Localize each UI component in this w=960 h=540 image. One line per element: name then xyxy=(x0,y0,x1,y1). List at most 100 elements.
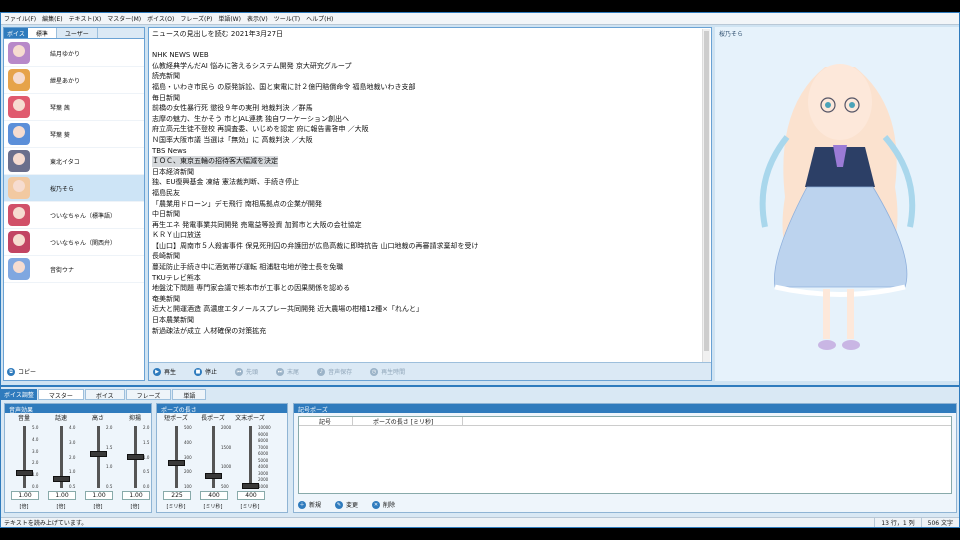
menu-item[interactable]: ヘルプ(H) xyxy=(306,14,333,23)
slider-tick: 400 xyxy=(184,439,192,445)
skip-forward-icon: ⏭ xyxy=(276,367,285,376)
tab-voice[interactable]: ボイス xyxy=(84,389,125,400)
voice-list-item[interactable]: 結月ゆかり xyxy=(4,40,144,67)
slider-track[interactable] xyxy=(175,426,178,488)
voice-list-item[interactable]: 紲星あかり xyxy=(4,67,144,94)
slider-tick: 2.0 xyxy=(69,454,76,460)
tab-phrase[interactable]: フレーズ xyxy=(125,389,172,400)
slider-tick: 0.0 xyxy=(32,483,39,489)
slider-label: 高さ xyxy=(91,415,104,422)
voice-list-item[interactable]: 桜乃そら xyxy=(4,175,144,202)
editor-line-text: ＩＯＣ、東京五輪の招待客大幅減を決定 xyxy=(152,156,278,167)
slider-value-input[interactable]: 1.00 xyxy=(11,491,39,500)
stop-button[interactable]: ■ 停止 xyxy=(194,367,217,376)
slider-ticks: 2.0 1.5 1.0 0.5 0.0 xyxy=(143,425,149,489)
slider-control[interactable]: 音量 5.0 4.0 3.0 2.0 1.0 0.0 1.00 [倍] xyxy=(6,413,42,510)
symbol-pause-header: 記号ポーズ xyxy=(294,404,956,414)
slider-value-input[interactable]: 225 xyxy=(163,491,191,500)
voice-name: 結月ゆかり xyxy=(50,50,81,58)
slider-track[interactable] xyxy=(23,426,26,488)
slider-value-input[interactable]: 1.00 xyxy=(85,491,113,500)
save-audio-icon: ♪ xyxy=(317,367,326,376)
jump-start-button[interactable]: ⏮ 先頭 xyxy=(235,367,258,376)
voice-list-item[interactable]: 琴葉 茜 xyxy=(4,94,144,121)
symbol-pause-table[interactable]: 記号 ポーズの長さ [ミリ秒] xyxy=(298,416,952,494)
slider-value-input[interactable]: 1.00 xyxy=(48,491,76,500)
edit-label: 変更 xyxy=(346,502,359,509)
slider-control[interactable]: 文末ポーズ 10000 9000 8000 7000 6000 5000 4000 3000 20… xyxy=(232,413,271,510)
new-icon: ＋ xyxy=(298,500,306,509)
menu-item[interactable]: マスター(M) xyxy=(107,14,141,23)
stop-label: 停止 xyxy=(205,369,218,376)
slider-knob[interactable] xyxy=(242,482,259,489)
slider-tick: 0.5 xyxy=(106,483,113,489)
delete-button[interactable]: ✕ 削除 xyxy=(372,500,395,509)
editor-line: 前橋の女性暴行死 懲役９年の実刑 地裁判決 ／群馬 xyxy=(152,103,699,114)
tab-master[interactable]: マスター xyxy=(37,389,84,400)
menu-item[interactable]: 表示(V) xyxy=(247,14,268,23)
slider-knob[interactable] xyxy=(90,450,107,457)
menu-item[interactable]: 単語(W) xyxy=(218,14,241,23)
delete-label: 削除 xyxy=(383,502,396,509)
menu-item[interactable]: ツール(T) xyxy=(274,14,300,23)
tab-standard[interactable]: 標準 xyxy=(27,28,57,38)
slider-unit: [倍] xyxy=(19,504,29,510)
menu-item[interactable]: ボイス(O) xyxy=(147,14,174,23)
save-audio-button[interactable]: ♪ 音声保存 xyxy=(317,367,352,376)
voice-list-item[interactable]: ついなちゃん（標準語） xyxy=(4,202,144,229)
slider-knob[interactable] xyxy=(16,469,33,476)
copy-button[interactable]: ⧉ コピー xyxy=(7,367,36,376)
slider-knob[interactable] xyxy=(168,460,185,467)
editor-line: 新過疎法が成立 人材確保の対策拡充 xyxy=(152,326,699,337)
menu-item[interactable]: ファイル(F) xyxy=(4,14,36,23)
editor-line: TKUテレビ熊本 xyxy=(152,273,699,284)
slider-track[interactable] xyxy=(249,426,252,488)
menu-item[interactable]: 編集(E) xyxy=(42,14,62,23)
slider-value-input[interactable]: 1.00 xyxy=(122,491,150,500)
voice-name: 音街ウナ xyxy=(50,266,75,274)
voice-list-item[interactable]: 東北イタコ xyxy=(4,148,144,175)
tab-user[interactable]: ユーザー xyxy=(57,28,98,38)
slider-value-input[interactable]: 400 xyxy=(237,491,265,500)
tab-word[interactable]: 単語 xyxy=(172,389,207,400)
slider-knob[interactable] xyxy=(53,476,70,483)
editor-line-text: 福島民友 xyxy=(152,188,180,197)
slider-control[interactable]: 話速 4.0 3.0 2.0 1.0 0.5 1.00 [倍] xyxy=(43,413,79,510)
voice-list-item[interactable]: 琴葉 葵 xyxy=(4,121,144,148)
slider-control[interactable]: 高さ 2.0 1.5 1.0 0.5 1.00 [倍] xyxy=(80,413,116,510)
editor-line-text: ニュースの見出しを読む 2021年3月27日 xyxy=(152,30,284,38)
skip-back-icon: ⏮ xyxy=(235,367,244,376)
slider-knob[interactable] xyxy=(127,454,144,460)
play-button[interactable]: ▶ 再生 xyxy=(153,367,176,376)
editor-line-text: 近大と開運酒造 高濃度エタノールスプレー共同開発 近大農場の柑橘12種×「れんと… xyxy=(152,305,424,314)
voice-list-item[interactable]: 音街ウナ xyxy=(4,256,144,283)
slider-track[interactable] xyxy=(97,426,100,488)
new-button[interactable]: ＋新規 xyxy=(298,500,321,509)
editor-line-text: 【山口】周南市５人殺害事件 保見死刑囚の弁護団が広島高裁に即時抗告 山口地裁の再… xyxy=(152,241,479,250)
edit-button[interactable]: ✎ 変更 xyxy=(335,500,358,509)
editor-line-text: 日本農業新聞 xyxy=(152,316,194,325)
jump-end-button[interactable]: ⏭ 末尾 xyxy=(276,367,299,376)
slider-ticks: 500 400 300 200 100 xyxy=(184,425,192,489)
menu-item[interactable]: テキスト(X) xyxy=(69,14,102,23)
slider-track[interactable] xyxy=(212,426,215,488)
editor-scrollbar[interactable] xyxy=(702,29,710,363)
editor-line: 中日新聞 xyxy=(152,209,699,220)
cursor-position: 13 行，1 列 xyxy=(874,518,920,527)
slider-value-input[interactable]: 400 xyxy=(200,491,228,500)
slider-tick: 2.0 xyxy=(106,425,113,430)
play-time-button[interactable]: ◷ 再生時間 xyxy=(370,367,405,376)
slider-tick: 1.0 xyxy=(32,472,39,478)
slider-control[interactable]: 長ポーズ 2000 1500 1000 500 400 [ミリ秒] xyxy=(195,413,231,510)
slider-tick: 4.0 xyxy=(32,436,39,442)
slider-tick: 200 xyxy=(184,469,192,475)
voice-avatar xyxy=(8,96,30,118)
menu-item[interactable]: フレーズ(P) xyxy=(180,14,212,23)
slider-knob[interactable] xyxy=(205,472,222,479)
slider-control[interactable]: 抑揚 2.0 1.5 1.0 0.5 0.0 1.00 [倍] xyxy=(117,413,153,510)
voice-avatar xyxy=(8,177,30,199)
editor-line-text: ＫＲＹ山口放送 xyxy=(152,231,201,240)
text-editor[interactable]: ニュースの見出しを読む 2021年3月27日 NHK NEWS WEB 仏教経典学… xyxy=(151,29,699,363)
slider-control[interactable]: 短ポーズ 500 400 300 200 100 225 [ミリ秒] xyxy=(158,413,194,510)
voice-list-item[interactable]: ついなちゃん（関西弁） xyxy=(4,229,144,256)
